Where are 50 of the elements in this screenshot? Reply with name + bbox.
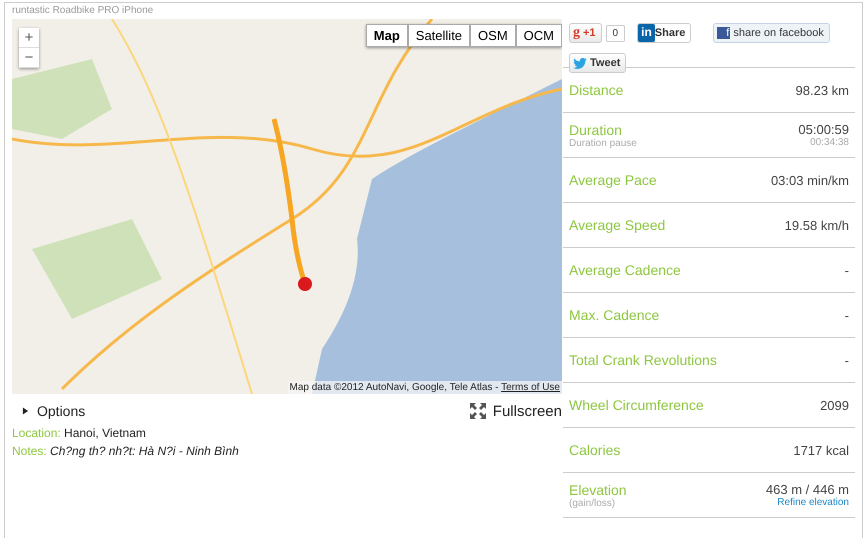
facebook-share-button[interactable]: f share on facebook bbox=[713, 23, 830, 43]
stat-value: 2099 bbox=[820, 398, 849, 412]
stat-label: Average Speed bbox=[569, 217, 666, 233]
stat-value: - bbox=[844, 352, 849, 368]
map-type-tab[interactable]: Satellite bbox=[408, 24, 470, 47]
stat-sublabel: Duration pause bbox=[569, 138, 637, 148]
stat-sublabel: (gain/loss) bbox=[569, 498, 616, 508]
fullscreen-button[interactable]: Fullscreen bbox=[468, 402, 562, 420]
stat-label: Average Cadence bbox=[569, 262, 681, 278]
stat-value: 05:00:59 bbox=[798, 122, 849, 137]
stat-label: Wheel Circumference bbox=[569, 397, 704, 413]
refine-elevation-link[interactable]: Refine elevation bbox=[777, 497, 849, 508]
stat-value: 98.23 km bbox=[796, 82, 849, 98]
map-type-tab[interactable]: OCM bbox=[516, 24, 562, 47]
options-toggle[interactable]: Options bbox=[22, 403, 86, 419]
linkedin-icon: in bbox=[638, 24, 655, 42]
stat-value: 03:03 min/km bbox=[770, 172, 849, 188]
stat-value: - bbox=[844, 262, 849, 278]
stat-label: Average Pace bbox=[569, 172, 657, 188]
bird-icon bbox=[573, 58, 587, 68]
google-plus-button[interactable]: g +1 bbox=[569, 23, 602, 43]
fullscreen-icon bbox=[468, 402, 487, 420]
notes-label: Notes: bbox=[12, 444, 47, 458]
stat-label: Total Crank Revolutions bbox=[569, 352, 717, 368]
facebook-icon: f bbox=[717, 27, 730, 39]
map-type-tab[interactable]: OSM bbox=[470, 24, 516, 47]
stat-value: 19.58 km/h bbox=[784, 218, 849, 232]
plus-one-count: 0 bbox=[606, 24, 626, 42]
zoom-out-button[interactable]: − bbox=[19, 48, 39, 68]
terms-link[interactable]: Terms of Use bbox=[501, 382, 560, 393]
google-icon: g bbox=[573, 25, 580, 41]
stat-subvalue: 00:34:38 bbox=[810, 137, 849, 148]
notes-value: Ch?ng th? nh?t: Hà N?i - Ninh Bình bbox=[50, 444, 239, 458]
stat-label: Elevation bbox=[569, 482, 627, 498]
stat-value: 1717 kcal bbox=[793, 442, 849, 458]
linkedin-share-button[interactable]: in Share bbox=[637, 23, 692, 43]
stat-value: - bbox=[844, 308, 849, 322]
location-label: Location: bbox=[12, 426, 61, 440]
stat-label: Max. Cadence bbox=[569, 307, 660, 323]
zoom-in-button[interactable]: + bbox=[19, 28, 39, 48]
location-value: Hanoi, Vietnam bbox=[64, 426, 146, 440]
triangle-icon bbox=[22, 407, 29, 415]
stat-value: 463 m / 446 m bbox=[766, 482, 849, 497]
stat-label: Calories bbox=[569, 442, 620, 458]
map-type-tab[interactable]: Map bbox=[366, 24, 408, 47]
tweet-button[interactable]: Tweet bbox=[569, 53, 626, 73]
app-title: runtastic Roadbike PRO iPhone bbox=[12, 4, 154, 18]
stat-label: Distance bbox=[569, 82, 624, 98]
stat-label: Duration bbox=[569, 122, 623, 138]
map-attribution: Map data ©2012 AutoNavi, Google, Tele Atlas - Terms of Use bbox=[288, 381, 562, 394]
